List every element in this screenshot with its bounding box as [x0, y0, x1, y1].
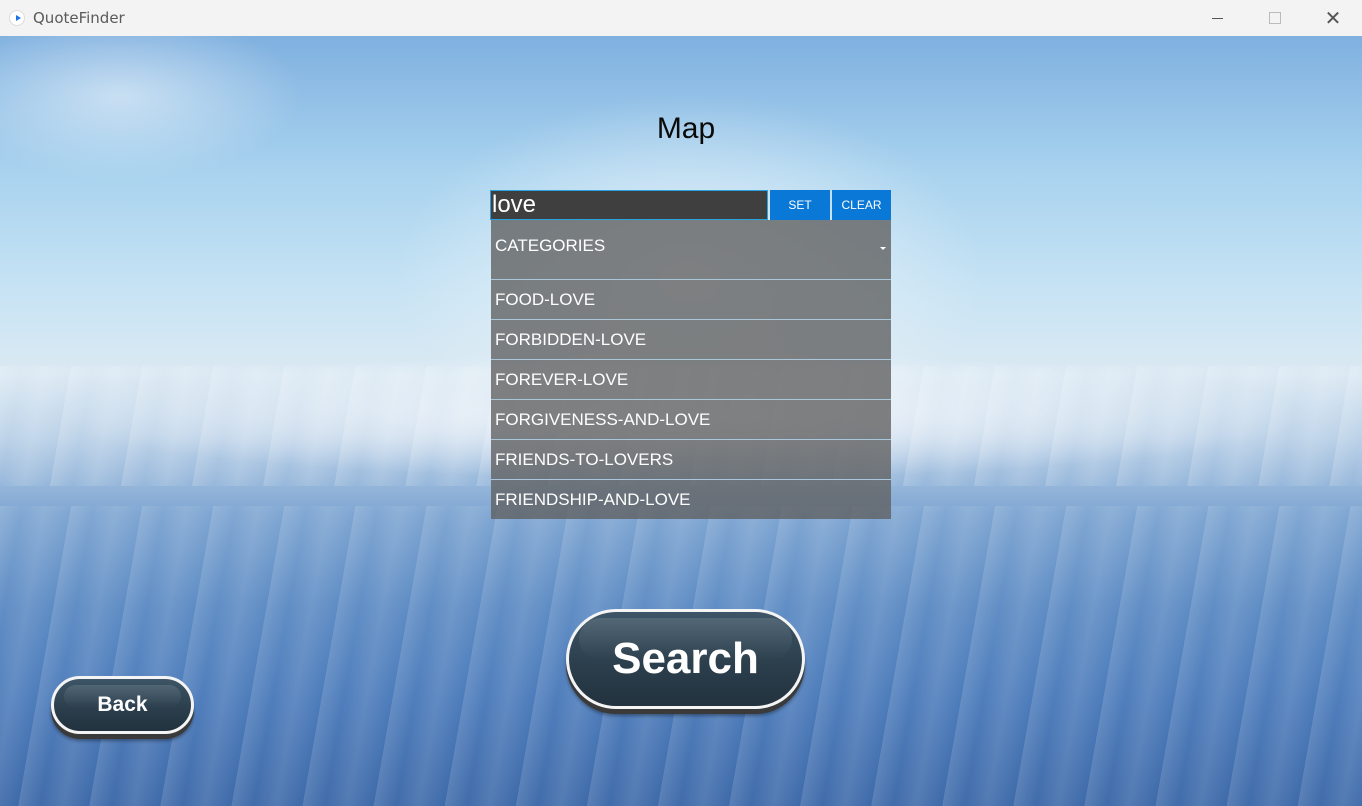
- app-window: QuoteFinder ✕ Map SET CLEAR CATEGORIES F…: [0, 0, 1362, 806]
- close-icon: ✕: [1324, 6, 1342, 30]
- sky-background: Map SET CLEAR CATEGORIES FOOD-LOVE FORBI…: [0, 36, 1362, 806]
- search-input[interactable]: [490, 190, 768, 220]
- minimize-icon: [1211, 17, 1223, 19]
- set-button[interactable]: SET: [770, 190, 830, 220]
- page-title: Map: [656, 112, 716, 145]
- categories-dropdown: CATEGORIES FOOD-LOVE FORBIDDEN-LOVE FORE…: [491, 220, 891, 519]
- search-row: SET CLEAR: [490, 190, 891, 220]
- categories-header-label: CATEGORIES: [495, 236, 606, 255]
- category-item-forbidden-love[interactable]: FORBIDDEN-LOVE: [491, 320, 891, 360]
- close-button[interactable]: ✕: [1304, 0, 1362, 36]
- back-button-label: Back: [97, 693, 148, 716]
- search-button-label: Search: [612, 634, 759, 683]
- maximize-icon: [1269, 12, 1281, 24]
- category-item-forever-love[interactable]: FOREVER-LOVE: [491, 360, 891, 400]
- chevron-down-icon: [880, 247, 886, 250]
- category-item-food-love[interactable]: FOOD-LOVE: [491, 280, 891, 320]
- app-logo-icon: [9, 10, 25, 26]
- back-button[interactable]: Back: [51, 676, 194, 734]
- category-item-forgiveness-and-love[interactable]: FORGIVENESS-AND-LOVE: [491, 400, 891, 440]
- clear-button[interactable]: CLEAR: [832, 190, 891, 220]
- maximize-button[interactable]: [1246, 0, 1304, 36]
- window-title: QuoteFinder: [33, 9, 125, 27]
- categories-header[interactable]: CATEGORIES: [491, 220, 891, 280]
- category-item-friends-to-lovers[interactable]: FRIENDS-TO-LOVERS: [491, 440, 891, 480]
- category-item-friendship-and-love[interactable]: FRIENDSHIP-AND-LOVE: [491, 480, 891, 519]
- minimize-button[interactable]: [1188, 0, 1246, 36]
- search-button[interactable]: Search: [566, 609, 805, 709]
- title-bar: QuoteFinder ✕: [0, 0, 1362, 36]
